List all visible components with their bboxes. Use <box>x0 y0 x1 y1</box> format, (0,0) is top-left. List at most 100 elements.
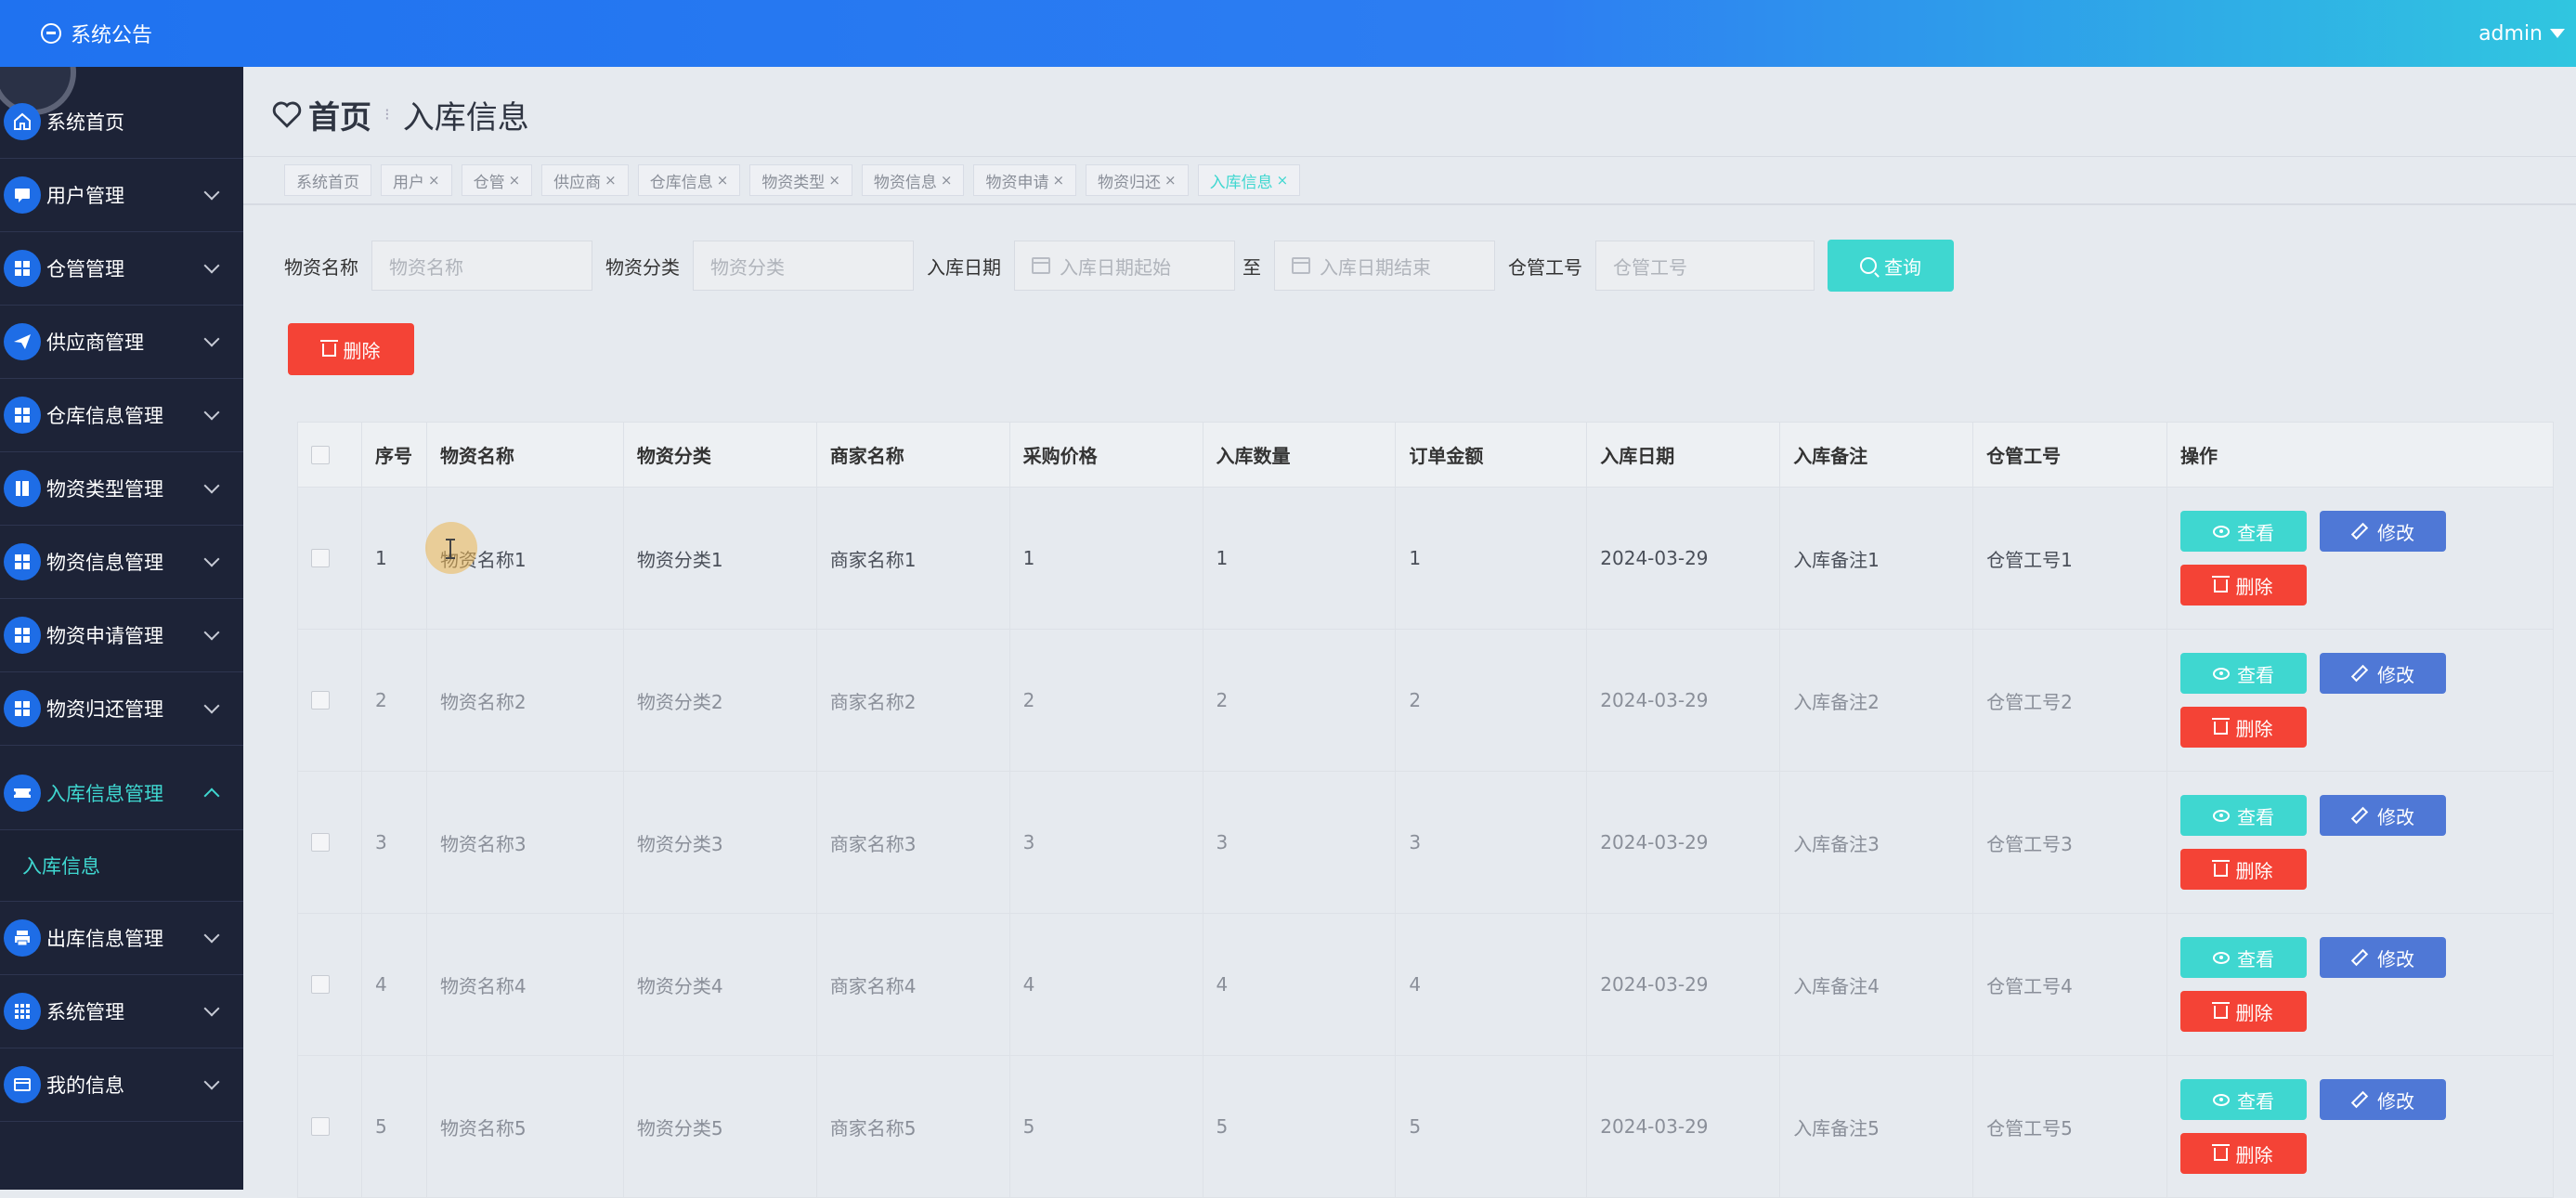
username: admin <box>2478 21 2543 46</box>
row-select-cell[interactable] <box>297 1055 362 1198</box>
sidebar-item-material-requests[interactable]: 物资申请管理 <box>0 599 243 672</box>
close-icon[interactable]: × <box>1052 172 1064 189</box>
tag-warehouse-info[interactable]: 仓库信息 × <box>637 164 741 196</box>
row-select-cell[interactable] <box>297 913 362 1056</box>
close-icon[interactable]: × <box>509 172 521 189</box>
system-notice-label: 系统公告 <box>71 24 153 47</box>
edit-button[interactable]: 修改 <box>2319 795 2446 836</box>
row-select-cell[interactable] <box>297 629 362 772</box>
close-icon[interactable]: × <box>428 172 440 189</box>
tag-users[interactable]: 用户 × <box>381 164 452 196</box>
close-icon[interactable]: × <box>1164 172 1177 189</box>
edit-button[interactable]: 修改 <box>2319 653 2446 694</box>
user-menu[interactable]: admin <box>2478 15 2565 52</box>
delete-button-label: 删除 <box>2235 1001 2273 1024</box>
date-end-input[interactable]: 入库日期结束 <box>1274 241 1495 291</box>
tag-keepers[interactable]: 仓管 × <box>461 164 533 196</box>
sidebar-item-inbound[interactable]: 入库信息管理 <box>0 757 243 830</box>
cell-worker: 仓管工号4 <box>1972 913 2167 1056</box>
sidebar-item-my-info[interactable]: 我的信息 <box>0 1048 243 1122</box>
submenu-item-inbound-info[interactable]: 入库信息 <box>0 830 243 902</box>
edit-button[interactable]: 修改 <box>2319 511 2446 552</box>
delete-button-label: 删除 <box>2235 717 2273 740</box>
delete-button[interactable]: 删除 <box>2179 707 2307 748</box>
tag-material-requests[interactable]: 物资申请 × <box>973 164 1077 196</box>
material-category-input[interactable]: 物资分类 <box>693 241 914 291</box>
view-button[interactable]: 查看 <box>2179 653 2307 694</box>
close-icon[interactable]: × <box>605 172 617 189</box>
main-content: 首页 ⁝ 入库信息 系统首页 用户 × 仓管 × 供应商 × 仓库信息 × 物资类型 × <box>243 67 2576 1198</box>
cell-qty: 5 <box>1202 1055 1397 1198</box>
row-checkbox[interactable] <box>311 549 330 567</box>
sidebar-item-label: 仓库信息管理 <box>46 405 163 427</box>
delete-button[interactable]: 删除 <box>2179 991 2307 1032</box>
chevron-down-icon <box>203 404 220 421</box>
sidebar-item-label: 物资类型管理 <box>46 478 163 501</box>
sidebar-item-suppliers[interactable]: 供应商管理 <box>0 306 243 379</box>
sidebar-item-home[interactable]: 系统首页 <box>0 85 243 159</box>
row-select-cell[interactable] <box>297 771 362 914</box>
close-icon[interactable]: × <box>717 172 729 189</box>
row-checkbox[interactable] <box>311 1117 330 1136</box>
close-icon[interactable]: × <box>941 172 953 189</box>
edit-button[interactable]: 修改 <box>2319 937 2446 978</box>
close-icon[interactable]: × <box>828 172 840 189</box>
tag-suppliers[interactable]: 供应商 × <box>541 164 629 196</box>
sidebar-item-system[interactable]: 系统管理 <box>0 975 243 1048</box>
row-checkbox[interactable] <box>311 975 330 994</box>
sidebar-item-warehouse-info[interactable]: 仓库信息管理 <box>0 379 243 452</box>
cell-remark: 入库备注1 <box>1779 487 1974 630</box>
home-icon <box>4 103 41 140</box>
grid-icon <box>4 397 41 434</box>
close-icon[interactable]: × <box>1277 172 1289 189</box>
text-cursor-icon <box>446 539 455 559</box>
tag-material-types[interactable]: 物资类型 × <box>749 164 852 196</box>
cell-name: 物资名称3 <box>425 771 624 914</box>
delete-button[interactable]: 删除 <box>2179 1133 2307 1174</box>
cell-category: 物资分类1 <box>622 487 817 630</box>
view-button[interactable]: 查看 <box>2179 937 2307 978</box>
sidebar-item-warehouse-keepers[interactable]: 仓管管理 <box>0 232 243 306</box>
system-notice[interactable]: 系统公告 <box>41 15 152 52</box>
tag-material-returns[interactable]: 物资归还 × <box>1086 164 1189 196</box>
sidebar-item-users[interactable]: 用户管理 <box>0 159 243 232</box>
cell-name: 物资名称2 <box>425 629 624 772</box>
cell-ops: 查看 修改 删除 <box>2166 1055 2555 1198</box>
date-range-to-label: 至 <box>1242 255 1261 279</box>
view-button[interactable]: 查看 <box>2179 511 2307 552</box>
delete-button[interactable]: 删除 <box>2179 849 2307 890</box>
worker-id-input[interactable]: 仓管工号 <box>1595 241 1815 291</box>
column-header: 订单金额 <box>1395 422 1588 488</box>
sidebar-item-label: 系统首页 <box>46 111 124 134</box>
trash-icon <box>2212 718 2231 735</box>
select-all-cell[interactable] <box>297 422 362 488</box>
tag-material-info[interactable]: 物资信息 × <box>861 164 965 196</box>
tag-home[interactable]: 系统首页 <box>284 164 371 196</box>
material-name-input[interactable]: 物资名称 <box>371 241 592 291</box>
sidebar-item-material-info[interactable]: 物资信息管理 <box>0 526 243 599</box>
edit-button[interactable]: 修改 <box>2319 1079 2446 1120</box>
delete-button[interactable]: 删除 <box>2179 565 2307 606</box>
view-button[interactable]: 查看 <box>2179 795 2307 836</box>
sidebar-item-material-types[interactable]: 物资类型管理 <box>0 452 243 526</box>
worker-id-placeholder: 仓管工号 <box>1613 255 1687 279</box>
column-header: 操作 <box>2166 422 2555 488</box>
tag-inbound-info[interactable]: 入库信息 × <box>1197 164 1301 196</box>
row-checkbox[interactable] <box>311 833 330 852</box>
tag-label: 物资信息 <box>873 173 937 192</box>
row-select-cell[interactable] <box>297 487 362 630</box>
column-header: 入库备注 <box>1779 422 1974 488</box>
sidebar-item-material-returns[interactable]: 物资归还管理 <box>0 672 243 746</box>
row-checkbox[interactable] <box>311 691 330 710</box>
batch-delete-button[interactable]: 删除 <box>288 323 414 375</box>
sidebar-item-outbound[interactable]: 出库信息管理 <box>0 902 243 975</box>
select-all-checkbox[interactable] <box>311 445 330 464</box>
caret-down-icon <box>2550 29 2565 38</box>
date-start-input[interactable]: 入库日期起始 <box>1014 241 1235 291</box>
table-row: 5 物资名称5 物资分类5 商家名称5 5 5 5 2024-03-29 入库备… <box>297 1055 2555 1198</box>
cell-name: 物资名称5 <box>425 1055 624 1198</box>
cell-ops: 查看 修改 删除 <box>2166 913 2555 1056</box>
view-button[interactable]: 查看 <box>2179 1079 2307 1120</box>
breadcrumb-home[interactable]: 首页 <box>308 92 371 137</box>
query-button[interactable]: 查询 <box>1828 240 1954 292</box>
